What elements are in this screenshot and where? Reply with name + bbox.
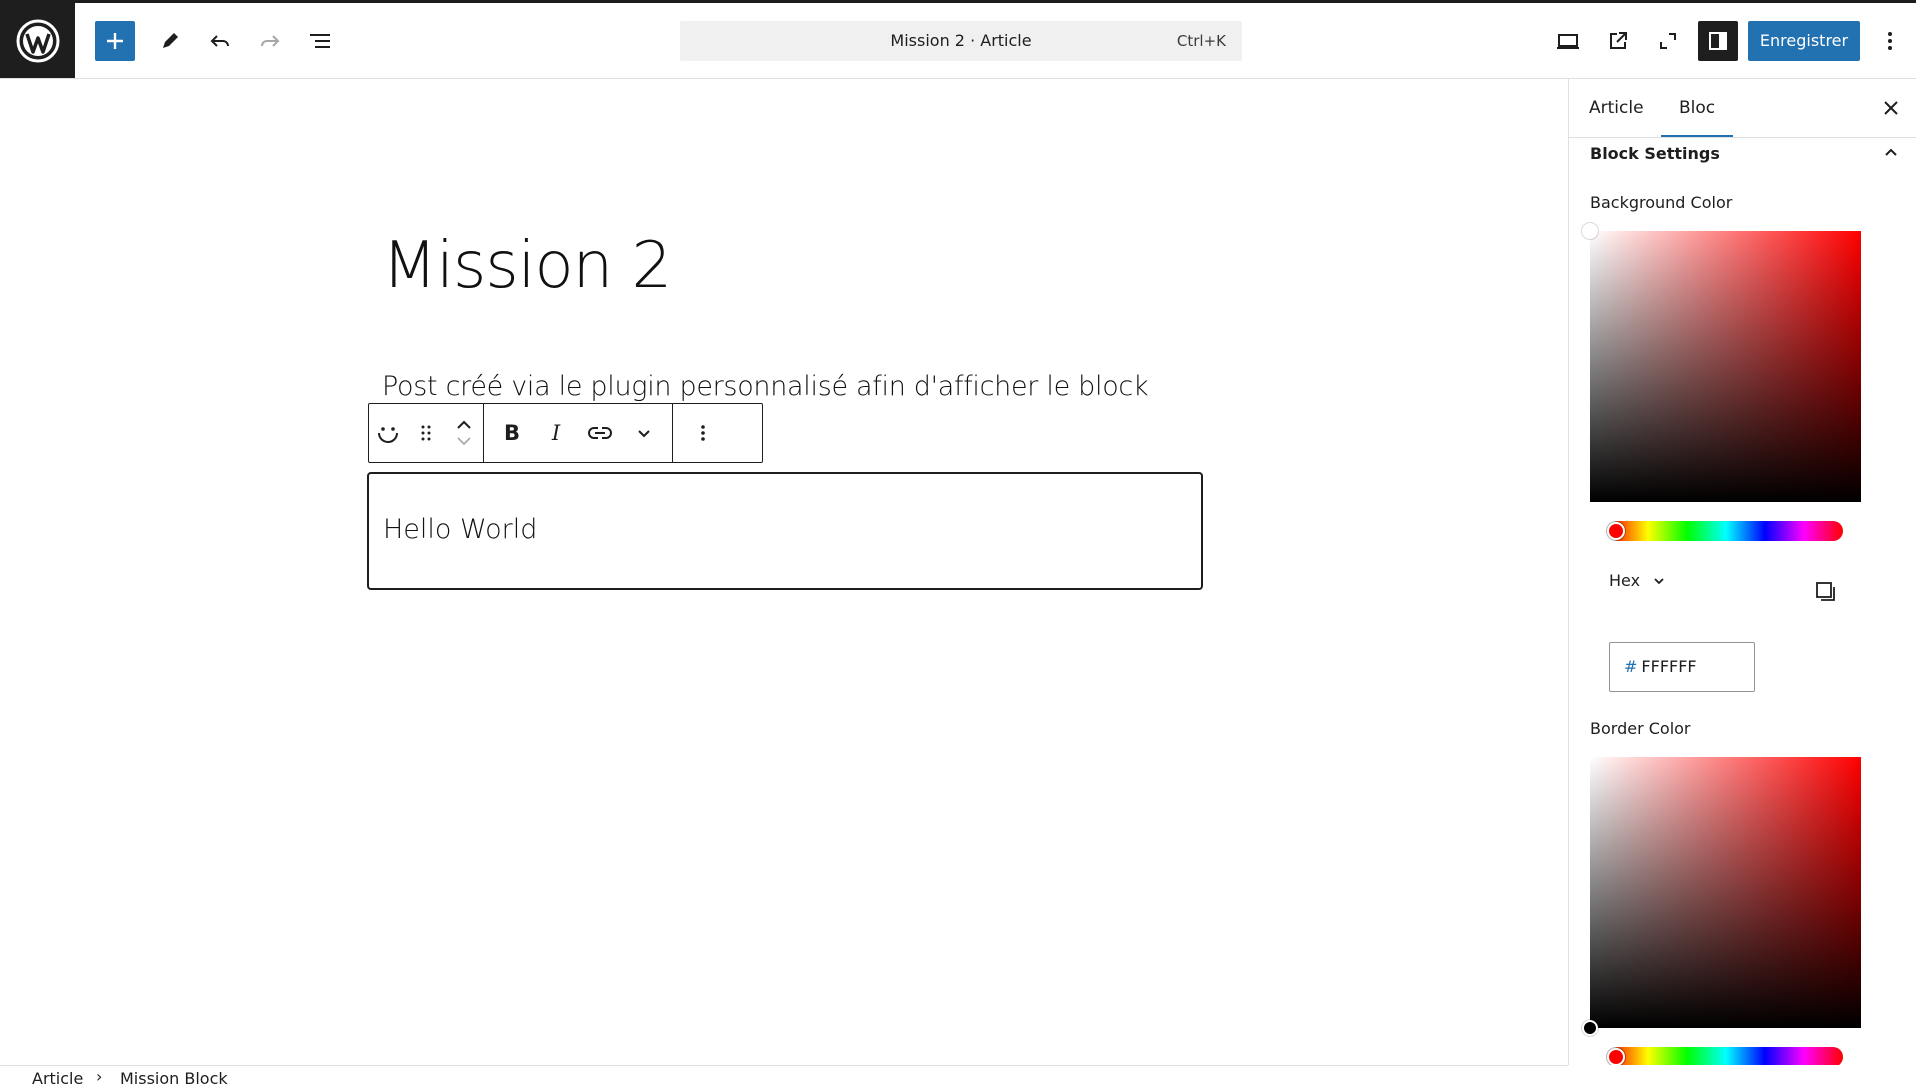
chevron-down-icon	[638, 430, 650, 438]
bold-icon: B	[503, 421, 520, 445]
block-type-button[interactable]	[369, 404, 407, 462]
move-down-icon[interactable]	[454, 433, 474, 451]
breadcrumb-mission-block[interactable]: Mission Block	[120, 1069, 228, 1088]
settings-sidebar: Article Bloc Block Settings Background C…	[1568, 79, 1916, 1065]
fullscreen-icon	[1660, 33, 1676, 49]
block-type-smiley-icon	[378, 427, 398, 443]
border-color-saturation[interactable]	[1582, 757, 1861, 1036]
settings-toggle-button[interactable]	[1698, 21, 1738, 61]
redo-icon	[261, 35, 280, 47]
more-vertical-icon	[1888, 32, 1892, 50]
command-shortcut: Ctrl+K	[1176, 32, 1226, 50]
tab-bloc[interactable]: Bloc	[1661, 79, 1734, 137]
undo-button[interactable]	[200, 21, 240, 61]
editor-canvas: Mission 2 Post créé via le plugin person…	[0, 79, 1568, 1065]
post-title[interactable]: Mission 2	[382, 229, 672, 303]
background-hue-handle[interactable]	[1607, 522, 1625, 540]
list-view-icon	[310, 34, 330, 48]
hex-hash: #	[1624, 657, 1638, 676]
color-format-value: Hex	[1609, 571, 1641, 590]
save-button[interactable]: Enregistrer	[1748, 21, 1860, 61]
border-hue-slider[interactable]	[1607, 1047, 1843, 1065]
border-hue-handle[interactable]	[1607, 1048, 1625, 1065]
toolbar-group-block	[369, 404, 484, 462]
fullscreen-button[interactable]	[1648, 21, 1688, 61]
chevron-up-icon	[1885, 148, 1897, 156]
view-post-button[interactable]	[1598, 21, 1638, 61]
document-overview-button[interactable]	[300, 21, 340, 61]
link-button[interactable]	[578, 404, 622, 462]
block-toolbar: B I	[368, 403, 763, 463]
border-color-picker-handle[interactable]	[1582, 1020, 1598, 1036]
paragraph-block[interactable]: Post créé via le plugin personnalisé afi…	[382, 371, 1149, 402]
panel-title[interactable]: Block Settings	[1590, 144, 1720, 163]
breadcrumb-article[interactable]: Article	[32, 1069, 83, 1088]
tools-button[interactable]	[150, 21, 190, 61]
external-view-icon	[1610, 32, 1627, 49]
sidebar-tabs: Article Bloc	[1569, 79, 1916, 138]
link-icon	[588, 427, 612, 439]
drag-handle-icon	[421, 425, 431, 441]
copy-color-button[interactable]	[1813, 579, 1837, 603]
block-breadcrumb: Article › Mission Block	[0, 1065, 1568, 1092]
breadcrumb-separator-icon: ›	[96, 1067, 103, 1086]
chevron-down-icon	[1654, 577, 1664, 584]
background-color-picker-handle[interactable]	[1582, 223, 1598, 239]
add-block-button[interactable]	[95, 21, 135, 61]
block-options-button[interactable]	[679, 404, 727, 462]
preview-button[interactable]	[1548, 21, 1588, 61]
border-color-label: Border Color	[1590, 719, 1691, 738]
hex-color-input[interactable]: # FFFFFF	[1609, 642, 1755, 692]
more-formatting-button[interactable]	[622, 404, 666, 462]
pencil-icon	[163, 33, 178, 48]
toolbar-group-format: B I	[484, 404, 673, 462]
more-options-icon	[701, 425, 705, 441]
wordpress-logo-icon[interactable]	[0, 3, 75, 78]
sidebar-settings-icon	[1709, 32, 1727, 50]
mission-block[interactable]: Hello World	[367, 472, 1203, 590]
close-icon	[1884, 101, 1898, 115]
bold-button[interactable]: B	[490, 404, 534, 462]
italic-icon: I	[551, 421, 561, 445]
add-icon	[107, 33, 123, 49]
hex-value: FFFFFF	[1641, 657, 1697, 676]
drag-handle[interactable]	[407, 404, 445, 462]
toolbar-group-options	[673, 404, 733, 462]
background-hue-slider[interactable]	[1607, 521, 1843, 541]
editor-header: Mission 2 · Article Ctrl+K Enregistrer	[0, 3, 1916, 79]
undo-icon	[210, 35, 229, 47]
tab-article[interactable]: Article	[1589, 79, 1644, 137]
mover-buttons	[445, 404, 483, 462]
italic-button[interactable]: I	[534, 404, 578, 462]
move-up-icon[interactable]	[454, 415, 474, 433]
close-sidebar-button[interactable]	[1879, 96, 1903, 120]
background-color-label: Background Color	[1590, 193, 1733, 212]
options-button[interactable]	[1872, 21, 1908, 61]
background-color-saturation[interactable]	[1582, 223, 1861, 502]
redo-button[interactable]	[250, 21, 290, 61]
document-title: Mission 2 · Article	[890, 31, 1032, 50]
color-format-select[interactable]: Hex	[1609, 571, 1666, 590]
mission-block-text[interactable]: Hello World	[383, 514, 537, 545]
desktop-preview-icon	[1557, 34, 1579, 49]
command-bar[interactable]: Mission 2 · Article Ctrl+K	[680, 21, 1242, 61]
copy-icon	[1816, 582, 1835, 601]
panel-toggle[interactable]	[1879, 141, 1903, 165]
